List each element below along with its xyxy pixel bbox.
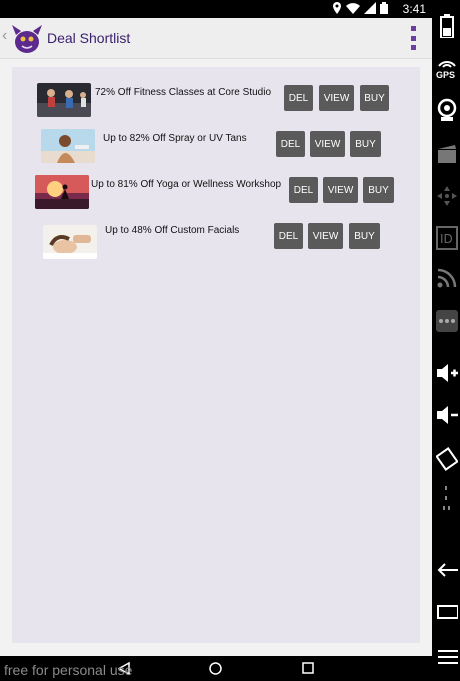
svg-text:ID: ID [440, 232, 453, 246]
video-tool-icon[interactable] [434, 144, 460, 164]
rss-tool-icon[interactable] [434, 268, 460, 288]
nav-recents-icon[interactable] [302, 662, 314, 674]
list-item: Up to 82% Off Spray or UV Tans DEL VIEW … [12, 129, 420, 165]
buy-button[interactable]: BUY [349, 223, 380, 249]
deal-title: Up to 81% Off Yoga or Wellness Workshop [91, 179, 282, 190]
list-item: Up to 48% Off Custom Facials DEL VIEW BU… [12, 221, 420, 259]
view-button[interactable]: VIEW [310, 131, 345, 157]
id-tool-icon[interactable]: ID [434, 226, 460, 250]
del-button[interactable]: DEL [284, 85, 313, 111]
battery-tool-icon[interactable] [434, 14, 460, 38]
list-item: 72% Off Fitness Classes at Core Studio D… [12, 83, 420, 119]
status-time: 3:41 [402, 2, 426, 16]
app-title: Deal Shortlist [47, 30, 131, 46]
status-icons [332, 2, 388, 14]
app-bar: ‹ Deal Shortlist [0, 18, 432, 59]
camera-tool-icon[interactable] [434, 98, 460, 122]
wifi-icon [346, 3, 360, 14]
deal-list: 72% Off Fitness Classes at Core Studio D… [12, 67, 420, 643]
nav-home-icon[interactable] [209, 662, 222, 675]
volume-up-icon[interactable] [434, 362, 460, 384]
tanning-thumbnail [41, 129, 95, 163]
facial-thumbnail [43, 225, 97, 259]
gps-label[interactable]: GPS [436, 70, 455, 80]
list-item: Up to 81% Off Yoga or Wellness Workshop … [12, 175, 420, 211]
emulator-sidebar: GPS ID [432, 0, 460, 681]
del-button[interactable]: DEL [276, 131, 305, 157]
move-tool-icon[interactable] [434, 186, 460, 206]
deal-title: 72% Off Fitness Classes at Core Studio [95, 87, 272, 98]
gps-wifi-icon[interactable] [434, 58, 460, 68]
app-logo-icon [12, 25, 42, 53]
rotate-icon[interactable] [434, 446, 460, 472]
recents-tool-icon[interactable] [434, 604, 460, 620]
menu-tool-icon[interactable] [434, 648, 460, 666]
watermark-text: free for personal use [4, 662, 133, 678]
signal-icon [364, 2, 376, 14]
status-bar: 3:41 [0, 0, 432, 18]
back-tool-icon[interactable] [434, 562, 460, 578]
buy-button[interactable]: BUY [360, 85, 389, 111]
view-button[interactable]: VIEW [323, 177, 358, 203]
overflow-menu-icon[interactable] [408, 26, 418, 50]
back-caret-icon[interactable]: ‹ [2, 27, 7, 45]
deal-title: Up to 48% Off Custom Facials [105, 225, 240, 236]
volume-down-icon[interactable] [434, 404, 460, 426]
buy-button[interactable]: BUY [350, 131, 381, 157]
content-area: 72% Off Fitness Classes at Core Studio D… [0, 59, 432, 656]
del-button[interactable]: DEL [289, 177, 318, 203]
buy-button[interactable]: BUY [363, 177, 394, 203]
del-button[interactable]: DEL [274, 223, 303, 249]
battery-icon [380, 2, 388, 14]
view-button[interactable]: VIEW [308, 223, 343, 249]
yoga-thumbnail [35, 175, 89, 209]
fitness-thumbnail [37, 83, 91, 117]
deal-title: Up to 82% Off Spray or UV Tans [103, 133, 247, 144]
more-tool-icon[interactable] [434, 310, 460, 332]
location-icon [333, 2, 341, 14]
view-button[interactable]: VIEW [319, 85, 354, 111]
scale-tool-icon[interactable] [434, 486, 460, 514]
